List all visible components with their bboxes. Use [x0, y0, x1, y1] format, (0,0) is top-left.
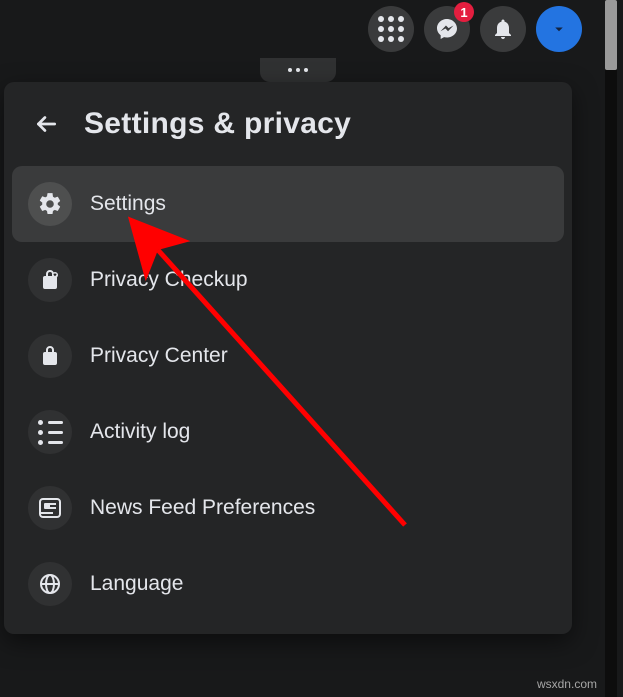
panel-title: Settings & privacy	[84, 107, 351, 141]
menu-item-label: Privacy Center	[90, 344, 228, 368]
messenger-button[interactable]: 1	[424, 6, 470, 52]
panel-header: Settings & privacy	[4, 82, 572, 166]
scrollbar-track[interactable]	[605, 0, 617, 697]
arrow-left-icon	[33, 111, 59, 137]
menu-grid-button[interactable]	[368, 6, 414, 52]
watermark: wsxdn.com	[537, 677, 597, 691]
account-menu-button[interactable]	[536, 6, 582, 52]
messenger-badge: 1	[454, 2, 474, 22]
feed-icon	[28, 486, 72, 530]
gear-icon	[28, 182, 72, 226]
lock-heart-icon	[28, 258, 72, 302]
bell-icon	[491, 17, 515, 41]
caret-down-icon	[550, 20, 568, 38]
scrollbar-thumb[interactable]	[605, 0, 617, 70]
messenger-icon	[435, 17, 459, 41]
menu-item-label: Privacy Checkup	[90, 268, 248, 292]
grid-icon	[378, 16, 404, 42]
menu-item-label: Settings	[90, 192, 166, 216]
back-button[interactable]	[26, 104, 66, 144]
menu-item-news-feed-preferences[interactable]: News Feed Preferences	[12, 470, 564, 546]
dots-icon	[288, 68, 308, 72]
globe-icon	[28, 562, 72, 606]
menu-item-settings[interactable]: Settings	[12, 166, 564, 242]
notifications-button[interactable]	[480, 6, 526, 52]
lock-icon	[28, 334, 72, 378]
overflow-tab[interactable]	[260, 58, 336, 82]
settings-privacy-panel: Settings & privacy Settings Privacy Chec…	[4, 82, 572, 634]
list-icon	[28, 410, 72, 454]
menu-item-label: Language	[90, 572, 183, 596]
menu-list: Settings Privacy Checkup Privacy Center	[4, 166, 572, 622]
top-nav: 1	[0, 0, 600, 58]
menu-item-label: News Feed Preferences	[90, 496, 315, 520]
menu-item-label: Activity log	[90, 420, 190, 444]
menu-item-privacy-checkup[interactable]: Privacy Checkup	[12, 242, 564, 318]
menu-item-language[interactable]: Language	[12, 546, 564, 622]
menu-item-activity-log[interactable]: Activity log	[12, 394, 564, 470]
menu-item-privacy-center[interactable]: Privacy Center	[12, 318, 564, 394]
